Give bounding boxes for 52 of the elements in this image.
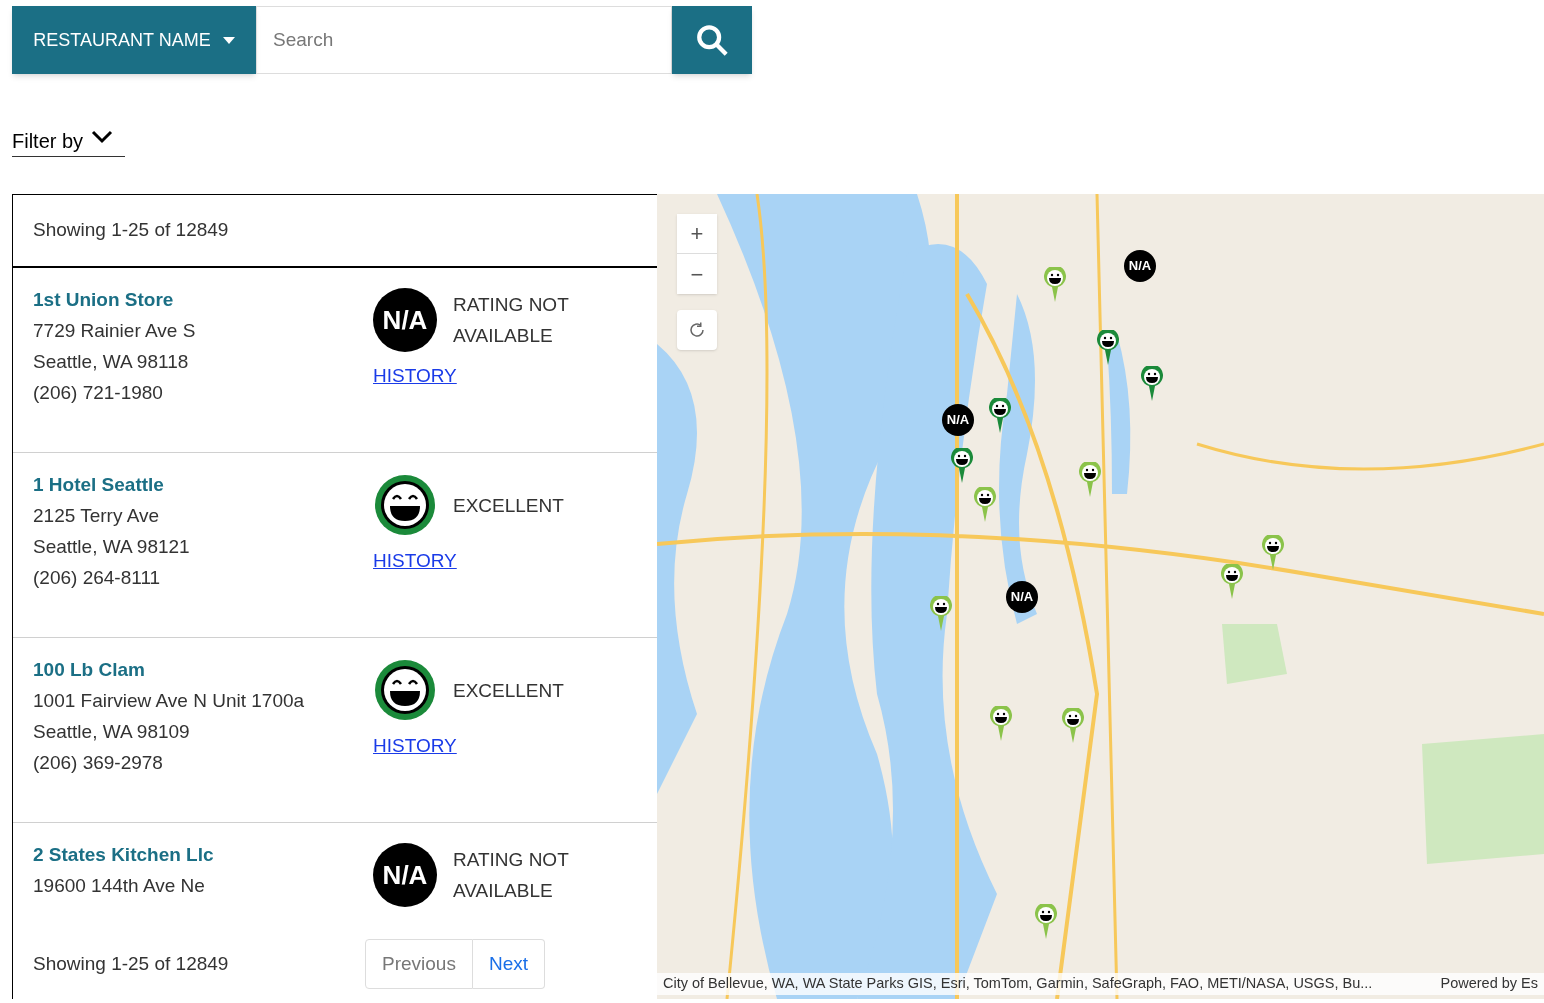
restaurant-name-link[interactable]: 2 States Kitchen Llc bbox=[33, 843, 214, 867]
search-button[interactable] bbox=[672, 6, 752, 74]
smiley-pin-icon[interactable] bbox=[929, 596, 953, 632]
smiley-pin-icon[interactable] bbox=[988, 398, 1012, 434]
address-text: 19600 144th Ave Ne bbox=[33, 874, 206, 898]
rating-label: RATING NOT AVAILABLE bbox=[453, 848, 570, 903]
address-text: Seattle, WA 98118 bbox=[33, 350, 190, 374]
address-text: (206) 721-1980 bbox=[33, 381, 164, 405]
address-text: 2125 Terry Ave bbox=[33, 504, 161, 528]
restaurant-name-link[interactable]: 1st Union Store bbox=[33, 288, 174, 312]
history-link[interactable]: HISTORY bbox=[373, 734, 457, 758]
restaurant-name-link[interactable]: 100 Lb Clam bbox=[33, 658, 145, 682]
refresh-button[interactable] bbox=[677, 310, 717, 350]
smiley-pin-icon[interactable] bbox=[1061, 708, 1085, 744]
page-button[interactable]: Next bbox=[472, 939, 545, 989]
not-available-badge: N/A bbox=[373, 843, 437, 907]
smiley-pin-icon[interactable] bbox=[950, 448, 974, 484]
caret-icon bbox=[222, 36, 235, 44]
refresh-icon bbox=[688, 321, 706, 339]
results-count: Showing 1-25 of 12849 bbox=[33, 218, 229, 243]
smiley-pin-icon[interactable] bbox=[1043, 267, 1067, 303]
address-text: 1001 Fairview Ave N Unit 1700a bbox=[33, 689, 306, 713]
search-field[interactable]: Search bbox=[256, 6, 672, 74]
smiley-pin-icon[interactable] bbox=[973, 487, 997, 523]
rating-label: EXCELLENT bbox=[453, 678, 565, 703]
chevron-down-icon bbox=[91, 130, 114, 144]
smiley-pin-icon[interactable] bbox=[1220, 564, 1244, 600]
smiley-pin-icon[interactable] bbox=[1261, 535, 1285, 571]
zoom-out-button[interactable]: − bbox=[677, 254, 717, 294]
not-available-badge: N/A bbox=[373, 288, 437, 352]
powered-by-text: Powered by Es bbox=[1440, 974, 1538, 994]
rating-label: EXCELLENT bbox=[453, 493, 565, 518]
restaurant-name-link[interactable]: 1 Hotel Seattle bbox=[33, 473, 164, 497]
address-text: (206) 369-2978 bbox=[33, 751, 164, 775]
address-text: Seattle, WA 98121 bbox=[33, 535, 191, 559]
search-icon bbox=[695, 23, 729, 57]
smiley-pin-icon[interactable] bbox=[1140, 366, 1164, 402]
address-text: (206) 264-8111 bbox=[33, 566, 162, 590]
address-text: Seattle, WA 98109 bbox=[33, 720, 191, 744]
history-link[interactable]: HISTORY bbox=[373, 364, 457, 388]
history-link[interactable]: HISTORY bbox=[373, 549, 457, 573]
smiley-pin-icon[interactable] bbox=[1034, 904, 1058, 940]
results-count: Showing 1-25 of 12849 bbox=[33, 951, 230, 976]
smiley-pin-icon[interactable] bbox=[1096, 330, 1120, 366]
map-attribution: City of Bellevue, WA, WA State Parks GIS, Esri, TomTom, Garmin, SafeGraph, FAO, METI/NASA, USGS, Bu... bbox=[663, 974, 1373, 994]
zoom-in-button[interactable]: + bbox=[677, 214, 717, 254]
category-dropdown[interactable]: RESTAURANT NAME bbox=[12, 6, 256, 74]
smiley-pin-icon[interactable] bbox=[989, 706, 1013, 742]
rating-label: RATING NOT AVAILABLE bbox=[453, 293, 570, 348]
filter-dropdown[interactable]: Filter by bbox=[12, 126, 126, 157]
smiley-pin-icon[interactable] bbox=[1078, 462, 1102, 498]
address-text: 7729 Rainier Ave S bbox=[33, 319, 197, 343]
